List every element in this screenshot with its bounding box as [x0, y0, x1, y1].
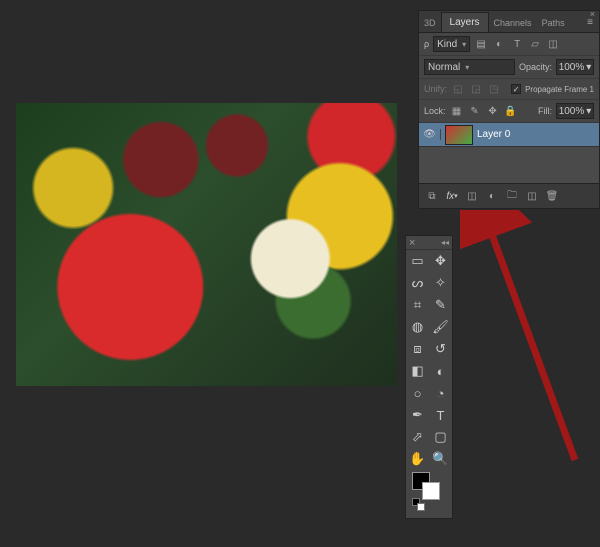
panel-tabs: 3D Layers Channels Paths ≡	[419, 11, 599, 33]
filter-type-icon[interactable]: T	[510, 37, 524, 51]
tab-paths[interactable]: Paths	[537, 14, 570, 32]
annotation-arrow	[460, 210, 590, 470]
layer-name[interactable]: Layer 0	[477, 129, 510, 140]
filter-smart-icon[interactable]: ◫	[546, 37, 560, 51]
tool-spot-heal[interactable]: ◍	[406, 316, 429, 338]
tab-channels[interactable]: Channels	[489, 14, 537, 32]
collapse-icon[interactable]: ◂◂	[441, 238, 449, 247]
close-icon[interactable]: ×	[590, 9, 595, 19]
image-content	[16, 103, 397, 386]
tool-rect-marquee[interactable]: ▭	[406, 250, 429, 272]
lock-trans-icon[interactable]: ▦	[450, 104, 464, 118]
unify-row: Unify: ◱ ◲ ◳ ✓ Propagate Frame 1	[419, 79, 599, 100]
lock-paint-icon[interactable]: ✎	[468, 104, 482, 118]
filter-image-icon[interactable]: ▤	[474, 37, 488, 51]
unify-vis-icon[interactable]: ◲	[469, 82, 483, 96]
layer-fx-icon[interactable]: fx▾	[443, 187, 461, 205]
filter-adjust-icon[interactable]: ◐	[492, 37, 506, 51]
visibility-icon[interactable]: 👁	[419, 129, 441, 140]
tool-eyedropper[interactable]: ✎	[429, 294, 452, 316]
tool-eraser[interactable]: ◧	[406, 360, 429, 382]
background-swatch[interactable]	[422, 482, 440, 500]
color-swatches	[406, 470, 452, 518]
tab-3d[interactable]: 3D	[419, 14, 441, 32]
tool-hand[interactable]: ✋	[406, 448, 429, 470]
tool-brush[interactable]: 🖌	[429, 316, 452, 338]
tab-layers[interactable]: Layers	[441, 12, 489, 32]
tool-move[interactable]: ✥	[429, 250, 452, 272]
link-layers-icon[interactable]: ⧉	[423, 187, 441, 205]
filter-shape-icon[interactable]: ▱	[528, 37, 542, 51]
opacity-label: Opacity:	[519, 62, 552, 72]
tool-blur[interactable]: ○	[406, 382, 429, 404]
tool-lasso[interactable]: ᔕ	[406, 272, 429, 294]
unify-label: Unify:	[424, 84, 447, 94]
layer-mask-icon[interactable]: ◫	[463, 187, 481, 205]
tool-rectangle[interactable]: ▢	[429, 426, 452, 448]
default-colors-icon-bg	[417, 503, 425, 511]
opacity-value[interactable]: 100%▾	[556, 59, 594, 75]
new-layer-icon[interactable]: ◫	[523, 187, 541, 205]
propagate-checkbox[interactable]: ✓	[511, 84, 521, 94]
tools-panel: × ◂◂ ▭✥ᔕ✧⌗✎◍🖌⧈↺◧◐○◔✒T⬀▢✋🔍	[405, 235, 453, 519]
layers-panel: × 3D Layers Channels Paths ≡ ρ Kind ▤ ◐ …	[418, 10, 600, 209]
unify-pos-icon[interactable]: ◱	[451, 82, 465, 96]
tool-pen[interactable]: ✒	[406, 404, 429, 426]
lock-row: Lock: ▦ ✎ ✥ 🔒 Fill: 100%▾	[419, 100, 599, 123]
filter-select[interactable]: Kind	[433, 36, 470, 52]
tool-crop[interactable]: ⌗	[406, 294, 429, 316]
tool-zoom[interactable]: 🔍	[429, 448, 452, 470]
fill-value[interactable]: 100%▾	[556, 103, 594, 119]
group-icon[interactable]: 🗀	[503, 187, 521, 205]
lock-all-icon[interactable]: 🔒	[504, 104, 518, 118]
tool-magic-wand[interactable]: ✧	[429, 272, 452, 294]
tool-stamp[interactable]: ⧈	[406, 338, 429, 360]
unify-style-icon[interactable]: ◳	[487, 82, 501, 96]
tool-dodge[interactable]: ◔	[429, 382, 452, 404]
delete-layer-icon[interactable]: 🗑	[543, 187, 561, 205]
fill-label: Fill:	[538, 106, 552, 116]
tools-header: × ◂◂	[406, 236, 452, 250]
filter-row: ρ Kind ▤ ◐ T ▱ ◫	[419, 33, 599, 56]
close-icon[interactable]: ×	[409, 237, 415, 249]
tools-grid: ▭✥ᔕ✧⌗✎◍🖌⧈↺◧◐○◔✒T⬀▢✋🔍	[406, 250, 452, 470]
blend-row: Normal Opacity: 100%▾	[419, 56, 599, 79]
layer-thumbnail[interactable]	[445, 125, 473, 145]
propagate-label: Propagate Frame 1	[525, 85, 594, 94]
tool-path-select[interactable]: ⬀	[406, 426, 429, 448]
tool-type[interactable]: T	[429, 404, 452, 426]
document-canvas[interactable]	[16, 103, 397, 386]
lock-pos-icon[interactable]: ✥	[486, 104, 500, 118]
filter-label: ρ	[424, 39, 429, 49]
tool-history-brush[interactable]: ↺	[429, 338, 452, 360]
tool-gradient[interactable]: ◐	[429, 360, 452, 382]
adjustment-layer-icon[interactable]: ◐	[483, 187, 501, 205]
lock-label: Lock:	[424, 106, 446, 116]
panel-footer: ⧉ fx▾ ◫ ◐ 🗀 ◫ 🗑	[419, 183, 599, 208]
blend-mode-select[interactable]: Normal	[424, 59, 515, 75]
layer-list: 👁 Layer 0	[419, 123, 599, 183]
layer-row[interactable]: 👁 Layer 0	[419, 123, 599, 147]
